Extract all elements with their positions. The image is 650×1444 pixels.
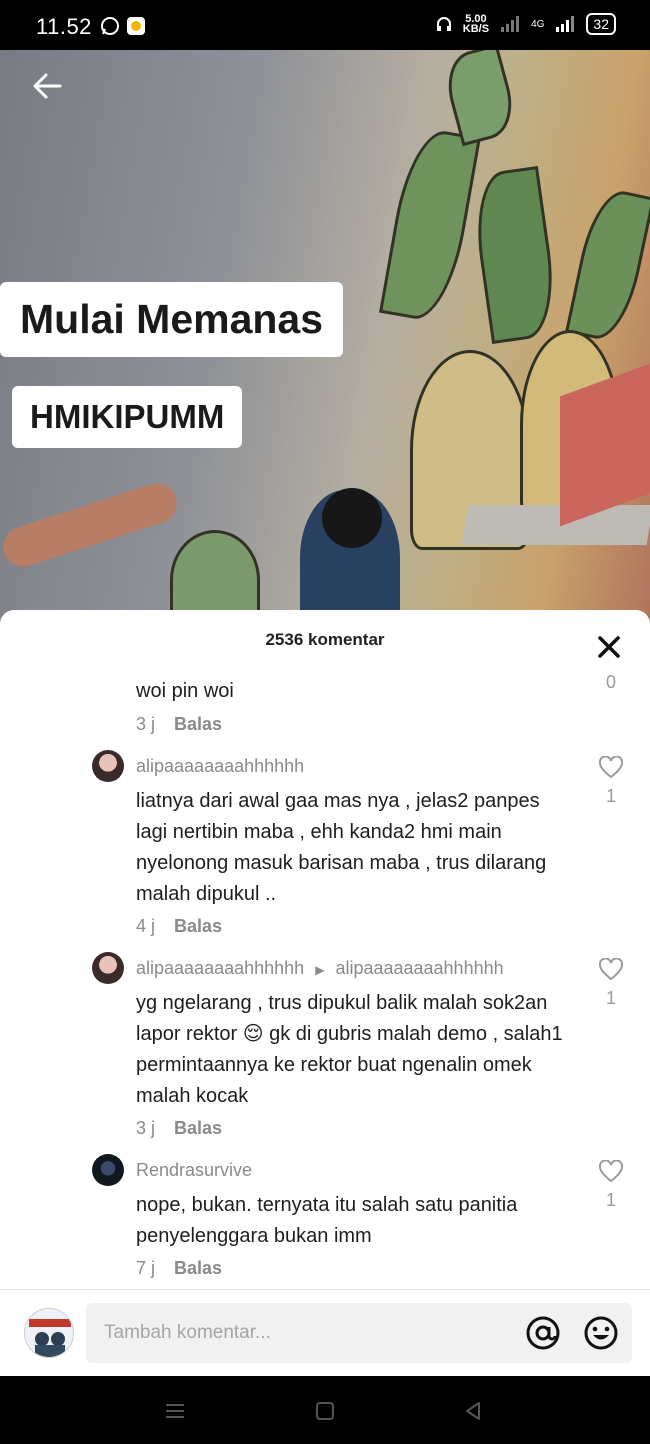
comment-meta: 3 j Balas bbox=[136, 1118, 222, 1139]
reply-button[interactable]: Balas bbox=[174, 1118, 222, 1138]
menu-icon[interactable] bbox=[164, 1400, 186, 1422]
status-time: 11.52 bbox=[36, 14, 92, 39]
close-icon[interactable] bbox=[596, 634, 622, 660]
like-count: 1 bbox=[605, 1190, 616, 1210]
comment-meta: 4 j Balas bbox=[136, 916, 222, 937]
avatar[interactable] bbox=[92, 750, 124, 782]
battery-level: 32 bbox=[586, 13, 616, 35]
speed-unit: KB/S bbox=[462, 23, 490, 35]
reply-button[interactable]: Balas bbox=[174, 916, 222, 936]
system-nav-bar bbox=[0, 1376, 650, 1444]
comment-time: 3 j bbox=[136, 1118, 156, 1138]
like-button[interactable]: 1 bbox=[596, 756, 626, 807]
video-caption-title: Mulai Memanas bbox=[0, 282, 344, 357]
headphones-icon bbox=[436, 17, 451, 31]
status-bar: 11.52 5.00 KB/S 4G 32 bbox=[0, 0, 650, 50]
signal-strength-icon bbox=[556, 16, 575, 32]
avatar[interactable] bbox=[92, 1154, 124, 1186]
reply-button[interactable]: Balas bbox=[174, 1258, 222, 1278]
comment-input[interactable] bbox=[104, 1303, 504, 1363]
reply-arrow-icon: ▶ bbox=[315, 963, 325, 977]
comment-text: nope, bukan. ternyata itu salah satu pan… bbox=[136, 1194, 518, 1247]
avatar[interactable] bbox=[92, 952, 124, 984]
comment-username[interactable]: Rendrasurvive bbox=[136, 1160, 252, 1181]
comment-username-row: alipaaaaaaaahhhhhh ▶ alipaaaaaaaahhhhhh bbox=[136, 958, 504, 979]
comment-count-header: 2536 komentar bbox=[265, 630, 385, 649]
comment-time: 7 j bbox=[136, 1258, 156, 1278]
video-player[interactable]: Mulai Memanas HMIKIPUMM bbox=[0, 50, 650, 630]
back-icon[interactable] bbox=[462, 1400, 484, 1422]
heart-icon[interactable] bbox=[598, 958, 624, 982]
profile-picture-icon bbox=[25, 1309, 73, 1357]
my-avatar[interactable] bbox=[24, 1308, 74, 1358]
like-count: 0 bbox=[605, 672, 616, 692]
network-speed: 5.00 KB/S bbox=[462, 14, 490, 35]
like-count: 1 bbox=[605, 988, 616, 1008]
comment-text: liatnya dari awal gaa mas nya , jelas2 p… bbox=[136, 790, 547, 905]
comment-meta: 3 j Balas bbox=[136, 714, 222, 735]
whatsapp-icon bbox=[101, 17, 119, 35]
comment-text: woi pin woi bbox=[136, 680, 234, 702]
composer-divider bbox=[0, 1289, 650, 1290]
like-button[interactable]: 1 bbox=[596, 958, 626, 1009]
home-icon[interactable] bbox=[314, 1400, 336, 1422]
video-caption-subtitle: HMIKIPUMM bbox=[12, 386, 243, 448]
mention-at-icon[interactable] bbox=[524, 1314, 562, 1352]
comment-time: 3 j bbox=[136, 714, 156, 734]
comment-input-box[interactable] bbox=[86, 1303, 632, 1363]
reply-to-username[interactable]: alipaaaaaaaahhhhhh bbox=[335, 958, 503, 978]
network-type: 4G bbox=[531, 18, 545, 30]
back-arrow-icon[interactable] bbox=[30, 68, 66, 104]
notification-app-icon bbox=[127, 17, 145, 35]
comment-username[interactable]: alipaaaaaaaahhhhhh bbox=[136, 756, 304, 777]
reply-button[interactable]: Balas bbox=[174, 714, 222, 734]
signal-icon bbox=[501, 16, 520, 32]
comment-text: yg ngelarang , trus dipukul balik malah … bbox=[136, 992, 563, 1107]
comment-meta: 7 j Balas bbox=[136, 1258, 222, 1279]
comments-sheet: 2536 komentar woi pin woi 3 j Balas 0 al… bbox=[0, 610, 650, 1376]
comment-composer bbox=[0, 1300, 650, 1366]
emoji-icon[interactable] bbox=[582, 1314, 620, 1352]
like-button[interactable]: 1 bbox=[596, 1160, 626, 1211]
status-right-group: 5.00 KB/S 4G 32 bbox=[435, 13, 616, 35]
heart-icon[interactable] bbox=[598, 1160, 624, 1184]
comment-username[interactable]: alipaaaaaaaahhhhhh bbox=[136, 958, 304, 978]
comment-time: 4 j bbox=[136, 916, 156, 936]
heart-icon[interactable] bbox=[598, 756, 624, 780]
like-count: 1 bbox=[605, 786, 616, 806]
